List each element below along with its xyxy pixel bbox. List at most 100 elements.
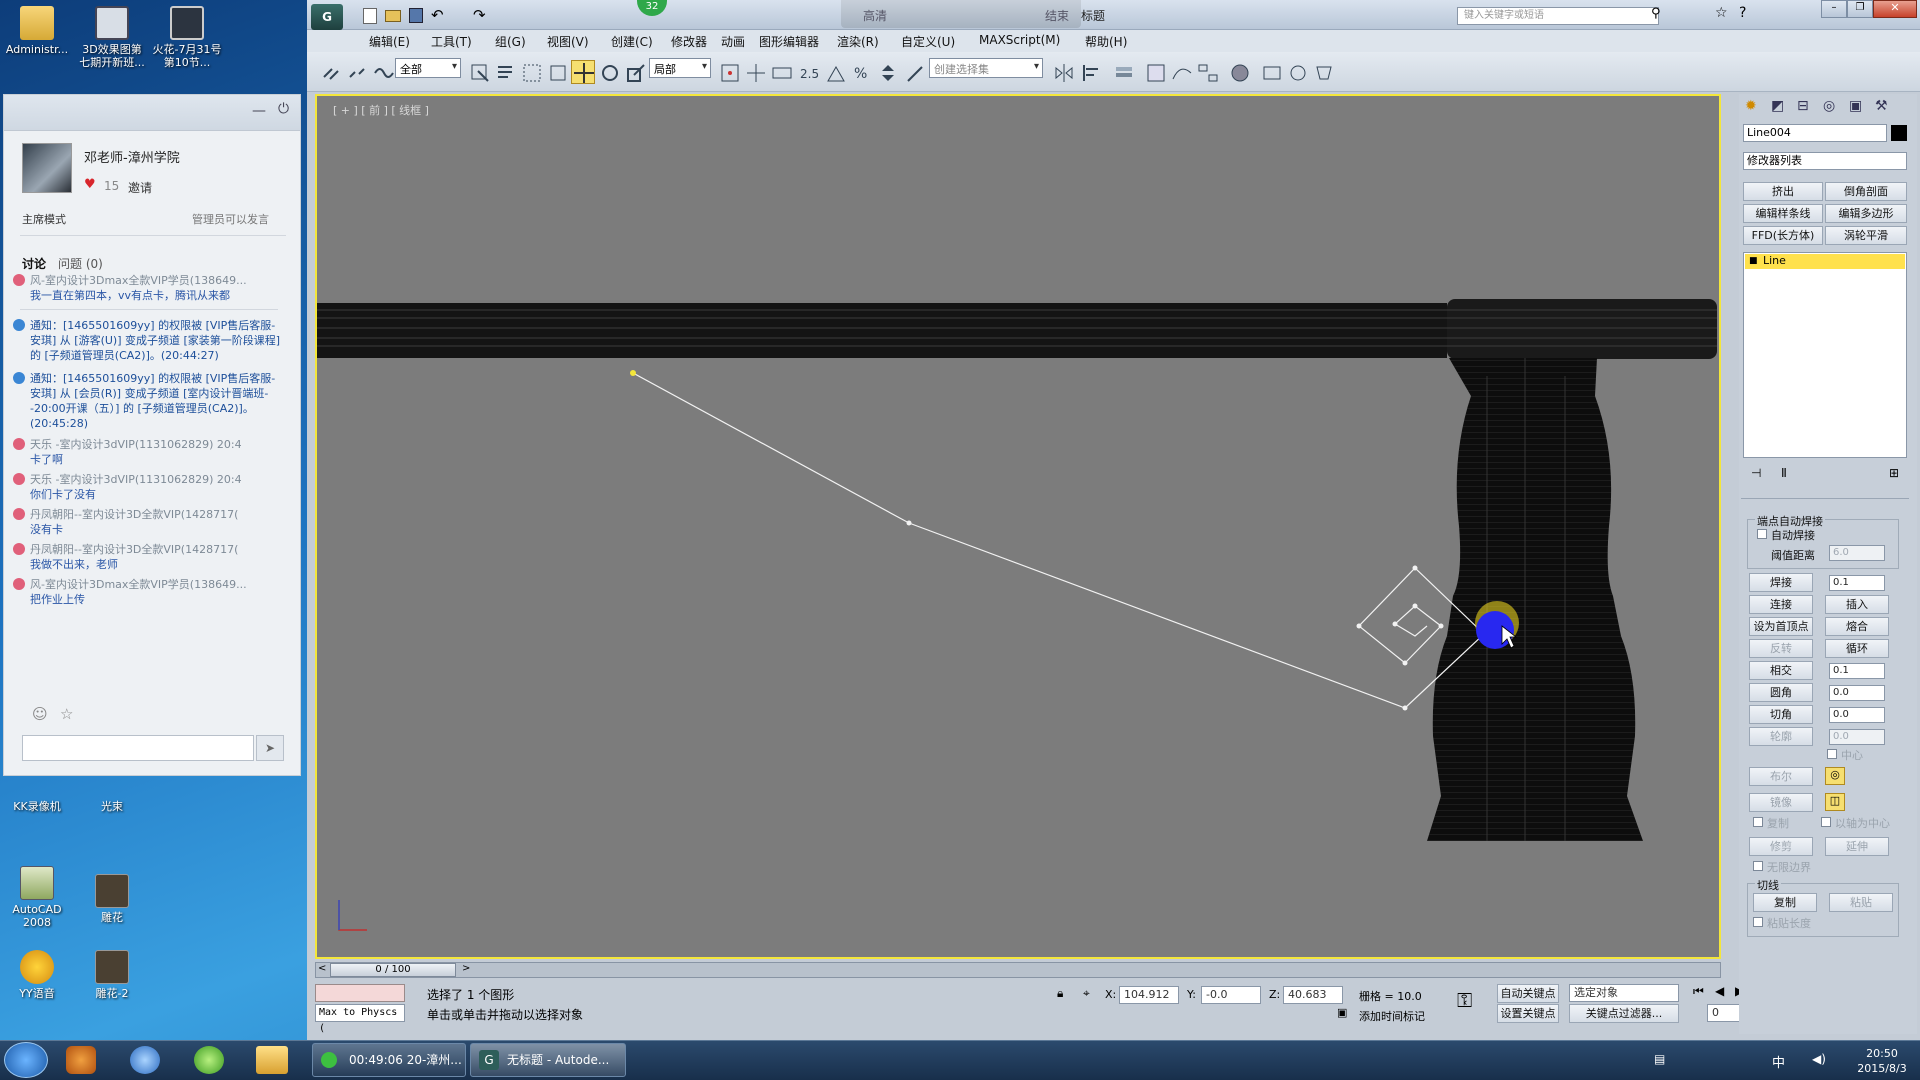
hierarchy-tab-icon[interactable]: ⊟ [1797,98,1809,114]
send-button[interactable]: ➤ [256,735,284,761]
taskbar-pin-explorer[interactable] [256,1046,288,1074]
insert-button[interactable]: 插入 [1825,595,1889,614]
auto-weld-checkbox[interactable] [1757,529,1767,539]
graphite-tools-icon[interactable] [1143,60,1167,84]
tab-questions[interactable]: 问题 (0) [58,255,103,272]
goto-start-icon[interactable]: ⏮ [1693,984,1704,999]
menu-tools[interactable]: 工具(T) [431,33,472,50]
menu-edit[interactable]: 编辑(E) [369,33,410,50]
emoji-icon[interactable]: ☺ [32,705,48,723]
taskbar-pin-browser[interactable] [194,1046,224,1074]
rect-selection-icon[interactable] [519,60,543,84]
scale-icon[interactable] [623,60,647,84]
desktop-icon-carving-2[interactable]: 雕花-2 [77,950,147,1000]
z-coord-field[interactable]: 40.683 [1283,986,1343,1004]
key-filters-button[interactable]: 关键点过滤器... [1569,1004,1679,1023]
volume-icon[interactable]: ◀) [1812,1052,1826,1066]
create-tab-icon[interactable]: ✹ [1745,98,1757,114]
percent-snap-icon[interactable]: % [849,60,873,84]
taskbar-pin-media[interactable] [66,1046,96,1074]
menu-maxscript[interactable]: MAXScript(M) [979,33,1060,47]
object-color-swatch[interactable] [1891,125,1907,141]
lock-selection-icon[interactable]: 🔒︎ [1057,986,1063,1001]
prev-key-icon[interactable]: ◀ [1715,984,1724,998]
extend-button[interactable]: 延伸 [1825,837,1889,856]
maximize-button[interactable]: ❐ [1847,0,1873,18]
auto-key-button[interactable]: 自动关键点 [1497,984,1559,1003]
quick-access-open-icon[interactable] [385,10,401,22]
menu-animation[interactable]: 动画 [721,33,745,50]
set-key-button[interactable]: 设置关键点 [1497,1004,1559,1023]
display-tab-icon[interactable]: ▣ [1849,98,1862,114]
render-production-icon[interactable] [1311,60,1335,84]
window-crossing-icon[interactable] [545,60,569,84]
threshold-spinner[interactable]: 6.0 [1829,545,1885,561]
configure-sets-icon[interactable]: ⊞ [1889,466,1899,480]
desktop-icon-max-file[interactable]: 火花-7月31号第10节... [152,6,222,69]
named-selection-set-select[interactable]: 创建选择集 [929,58,1043,78]
mirror-button[interactable]: 镜像 [1749,793,1813,812]
bevel-profile-button[interactable]: 倒角剖面 [1825,182,1907,201]
reverse-button[interactable]: 反转 [1749,639,1813,658]
schematic-view-icon[interactable] [1195,60,1219,84]
infinite-bounds-checkbox[interactable] [1753,861,1763,871]
move-icon[interactable] [571,60,595,84]
mode-select[interactable]: 主席模式 [22,211,66,227]
keyboard-shortcut-icon[interactable] [769,60,793,84]
pin-stack-icon[interactable]: ⊣ [1751,466,1761,480]
heart-icon[interactable]: ♥ [84,177,96,192]
crossinsert-spinner[interactable]: 0.1 [1829,663,1885,679]
boolean-button[interactable]: 布尔 [1749,767,1813,786]
expand-icon[interactable]: ■ [1749,254,1758,268]
stack-item-line[interactable]: ■ Line [1745,254,1905,269]
front-viewport[interactable]: [ + ] [ 前 ] [ 线框 ] [315,94,1721,959]
add-time-tag[interactable]: 添加时间标记 [1359,1008,1425,1024]
tangent-copy-button[interactable]: 复制 [1753,893,1817,912]
desktop-icon-autocad[interactable]: AutoCAD 2008 [2,866,72,929]
menu-rendering[interactable]: 渲染(R) [837,33,879,50]
desktop-icon-admin[interactable]: Administr... [2,6,72,56]
edit-spline-button[interactable]: 编辑样条线 [1743,204,1823,223]
motion-tab-icon[interactable]: ◎ [1823,98,1835,114]
avatar[interactable] [22,143,72,193]
angle-snap-icon[interactable] [823,60,847,84]
taskbar-task-3dsmax[interactable]: G 无标题 - Autode... [470,1043,626,1077]
chamfer-spinner[interactable]: 0.0 [1829,707,1885,723]
menu-customize[interactable]: 自定义(U) [901,33,955,50]
stop-recording-button[interactable]: 结束 [1045,7,1069,24]
close-button[interactable]: ✕ [1873,0,1917,18]
modifier-list-select[interactable]: 修改器列表 [1743,152,1907,170]
clock[interactable]: 20:50 2015/8/3 [1852,1046,1912,1076]
star-icon[interactable]: ☆ [60,705,73,723]
desktop-icon-carving[interactable]: 雕花 [77,874,147,924]
desktop-icon-yy[interactable]: YY语音 [2,950,72,1000]
invite-link[interactable]: 邀请 [128,179,152,196]
utilities-tab-icon[interactable]: ⚒ [1875,98,1888,114]
trim-button[interactable]: 修剪 [1749,837,1813,856]
search-input[interactable]: 键入关键字或短语 [1457,7,1659,25]
edit-named-selection-icon[interactable] [903,60,927,84]
select-manipulate-icon[interactable] [743,60,767,84]
start-button[interactable] [4,1042,48,1078]
curve-editor-icon[interactable] [1169,60,1193,84]
object-name-field[interactable]: Line004 [1743,124,1887,142]
select-object-icon[interactable] [467,60,491,84]
hd-button[interactable]: 高清 [863,7,887,24]
ffd-box-button[interactable]: FFD(长方体) [1743,226,1823,245]
make-first-button[interactable]: 设为首顶点 [1749,617,1813,636]
reference-coord-select[interactable]: 局部 [649,58,711,78]
turbosmooth-button[interactable]: 涡轮平滑 [1825,226,1907,245]
minimize-icon[interactable]: — [252,103,266,119]
next-frame-icon[interactable]: > [462,963,470,974]
set-key-icon[interactable]: ⚿ [1457,988,1472,1012]
chat-input[interactable] [22,735,254,761]
about-pivot-checkbox[interactable] [1821,817,1831,827]
taskbar-pin-ie[interactable] [130,1046,160,1074]
tangent-paste-button[interactable]: 粘贴 [1829,893,1893,912]
fillet-button[interactable]: 圆角 [1749,683,1813,702]
mirror-icon[interactable] [1051,60,1075,84]
menu-modifiers[interactable]: 修改器 [671,33,707,50]
quick-access-save-icon[interactable] [409,8,423,23]
power-icon[interactable]: ⏻ [278,101,289,117]
unlink-icon[interactable] [345,60,369,84]
